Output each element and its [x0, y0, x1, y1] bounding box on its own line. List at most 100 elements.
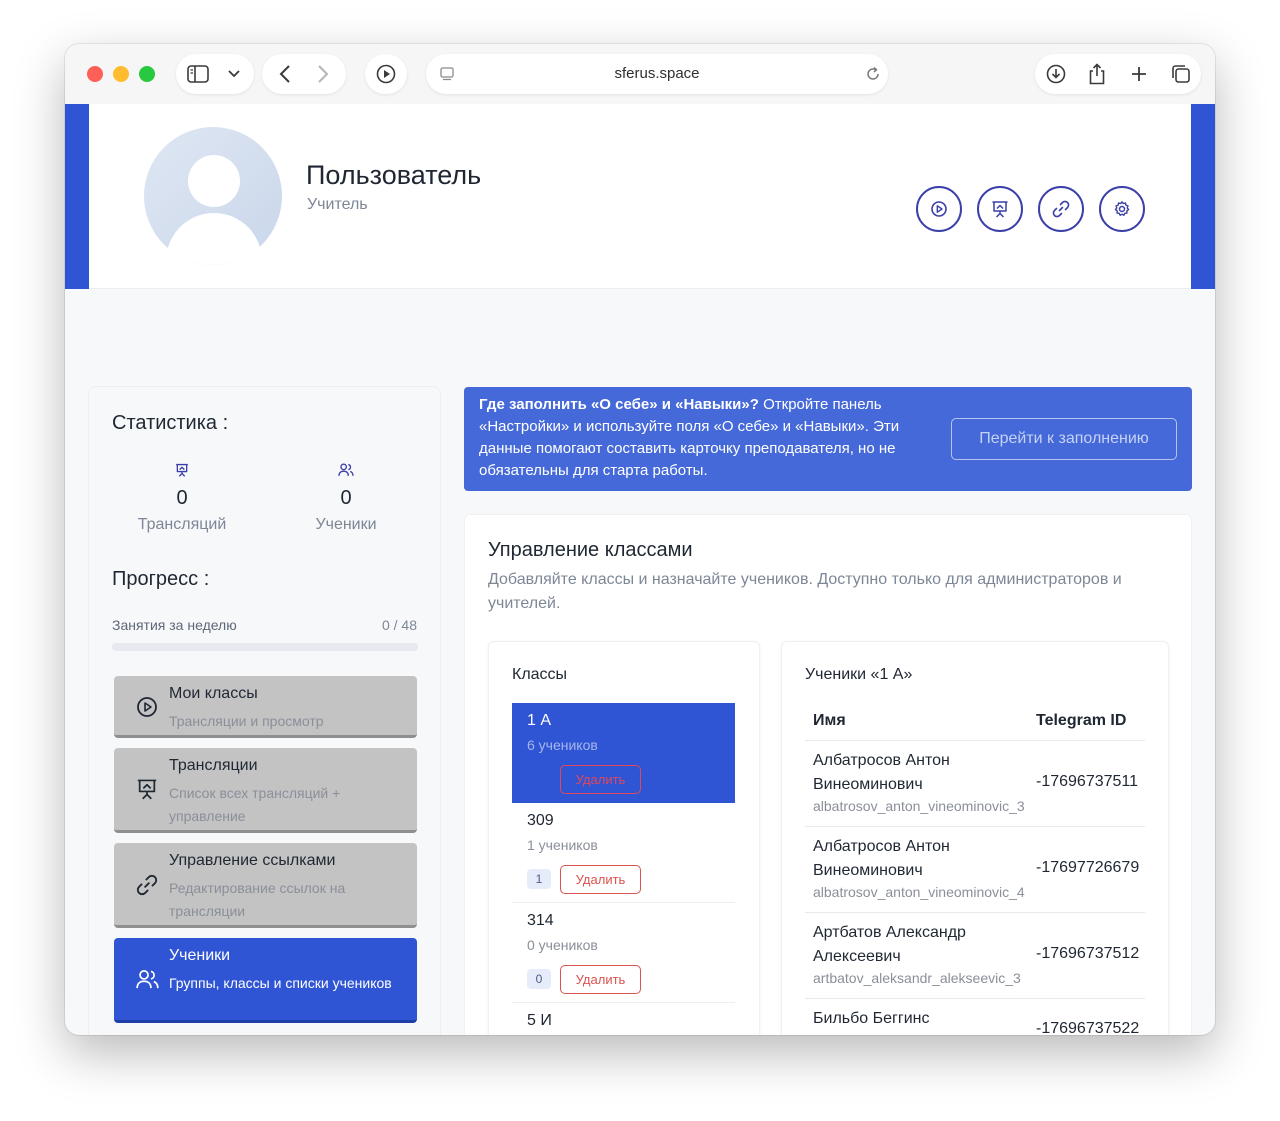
stat-students-label: Ученики	[315, 516, 377, 533]
sidebar-item-my-classes[interactable]: Мои классы Трансляции и просмотр	[114, 676, 417, 738]
table-row[interactable]: Албатросов Антон Винеоминович albatrosov…	[805, 827, 1145, 913]
stat-broadcasts: 0 Трансляций	[122, 463, 242, 534]
gear-icon	[1113, 200, 1131, 218]
link-icon	[136, 874, 158, 896]
classes-title: Классы	[512, 666, 568, 683]
sidebar-item-desc: Список всех трансляций + управление	[169, 785, 341, 824]
play-circle-icon	[136, 696, 158, 718]
class-item[interactable]: 5 И	[512, 1003, 735, 1035]
class-item[interactable]: 309 1 учеников 1 Удалить	[512, 803, 735, 903]
user-role: Учитель	[307, 196, 368, 213]
address-bar[interactable]: sferus.space	[426, 54, 888, 94]
my-classes-button[interactable]	[916, 186, 962, 232]
student-name: Артбатов Александр Алексеевич	[813, 924, 966, 965]
users-icon	[136, 969, 159, 990]
class-count: 0 учеников	[527, 937, 598, 953]
sidebar-item-title: Трансляции	[169, 757, 258, 774]
student-username: albatrosov_anton_vineominovic_4	[813, 884, 1025, 900]
media-play-button[interactable]	[365, 54, 407, 94]
presentation-icon	[122, 463, 242, 481]
back-arrow-icon[interactable]	[274, 54, 296, 94]
progress-title: Прогресс :	[112, 568, 210, 590]
manage-title: Управление классами	[488, 539, 693, 561]
sidebar-card: Статистика : 0 Трансляций 0 Ученики Прог…	[88, 386, 441, 1035]
class-count: 6 учеников	[527, 737, 598, 753]
column-header-telegram: Telegram ID	[1036, 712, 1127, 729]
sidebar-toggle-group	[176, 54, 254, 94]
presentation-icon	[991, 200, 1009, 218]
table-row[interactable]: Албатросов Антон Винеоминович albatrosov…	[805, 741, 1145, 827]
banner-text: Где заполнить «О себе» и «Навыки»? Откро…	[479, 394, 919, 482]
sidebar-item-title: Мои классы	[169, 685, 258, 702]
stat-students-value: 0	[340, 487, 352, 509]
avatar	[144, 127, 282, 265]
student-username: albatrosov_anton_vineominovic_3	[813, 798, 1025, 814]
header-accent-right	[1191, 104, 1215, 289]
presentation-icon	[136, 778, 158, 800]
student-name: Бильбо Беггинс	[813, 1010, 930, 1027]
delete-class-button[interactable]: Удалить	[560, 965, 641, 994]
stats-title: Статистика :	[112, 412, 229, 434]
play-circle-icon	[375, 54, 397, 94]
close-window-button[interactable]	[87, 66, 103, 82]
student-username: artbatov_aleksandr_alekseevic_3	[813, 970, 1021, 986]
reload-icon[interactable]	[862, 54, 884, 94]
chevron-down-icon[interactable]	[224, 54, 244, 94]
minimize-window-button[interactable]	[113, 66, 129, 82]
class-name: 309	[527, 812, 554, 829]
student-telegram-id: -17696737522	[1036, 1020, 1140, 1035]
sidebar-item-broadcasts[interactable]: Трансляции Список всех трансляций + упра…	[114, 748, 417, 833]
student-telegram-id: -17696737511	[1036, 773, 1139, 790]
column-header-name: Имя	[813, 712, 846, 729]
manage-desc: Добавляйте классы и назначайте учеников.…	[488, 571, 1122, 612]
delete-class-button[interactable]: Удалить	[560, 865, 641, 894]
manage-classes-card: Управление классами Добавляйте классы и …	[464, 514, 1192, 1035]
toolbar-actions-group	[1035, 54, 1201, 94]
stat-broadcasts-value: 0	[176, 487, 188, 509]
tabs-overview-icon[interactable]	[1169, 54, 1193, 94]
share-icon[interactable]	[1085, 54, 1109, 94]
go-fill-button[interactable]: Перейти к заполнению	[951, 418, 1177, 460]
class-count: 1 учеников	[527, 837, 598, 853]
user-name: Пользователь	[306, 160, 482, 190]
students-table: Имя Telegram ID Албатросов Антон Винеоми…	[805, 703, 1145, 1035]
download-icon[interactable]	[1044, 54, 1068, 94]
sidebar-item-title: Ученики	[169, 947, 231, 964]
progress-label: Занятия за неделю	[112, 617, 237, 633]
students-panel: Ученики «1 А» Имя Telegram ID Албатросов…	[781, 641, 1169, 1035]
users-icon	[286, 463, 406, 481]
classes-panel: Классы 1 А 6 учеников Удалить 309 1 учен…	[488, 641, 760, 1035]
progress-value: 0 / 48	[381, 617, 417, 633]
zoom-window-button[interactable]	[139, 66, 155, 82]
table-row[interactable]: Артбатов Александр Алексеевич artbatov_a…	[805, 913, 1145, 999]
forward-arrow-icon[interactable]	[312, 54, 334, 94]
table-row[interactable]: Бильбо Беггинс -17696737522	[805, 999, 1145, 1035]
sidebar-item-desc: Трансляции и просмотр	[169, 713, 324, 729]
students-title: Ученики «1 А»	[805, 666, 913, 683]
sidebar-item-students[interactable]: Ученики Группы, классы и списки учеников	[114, 938, 417, 1023]
student-telegram-id: -17696737512	[1036, 945, 1140, 962]
sidebar-item-desc: Редактирование ссылок на трансляции	[169, 880, 346, 919]
student-telegram-id: -17697726679	[1036, 859, 1140, 876]
address-text: sferus.space	[614, 65, 700, 82]
class-item[interactable]: 314 0 учеников 0 Удалить	[512, 903, 735, 1003]
class-name: 1 А	[527, 712, 552, 729]
sidebar-item-links[interactable]: Управление ссылками Редактирование ссыло…	[114, 843, 417, 928]
stat-students: 0 Ученики	[286, 463, 406, 534]
sidebar-item-title: Управление ссылками	[169, 852, 336, 869]
links-button[interactable]	[1038, 186, 1084, 232]
play-circle-icon	[930, 200, 948, 218]
profile-header: Пользователь Учитель	[89, 104, 1191, 289]
sidebar-icon[interactable]	[186, 54, 210, 94]
broadcasts-button[interactable]	[977, 186, 1023, 232]
browser-window: sferus.space Пользователь Учитель Статис…	[65, 44, 1215, 1035]
new-tab-icon[interactable]	[1127, 54, 1151, 94]
delete-class-button[interactable]: Удалить	[560, 765, 641, 794]
stat-broadcasts-label: Трансляций	[137, 516, 227, 533]
class-item[interactable]: 1 А 6 учеников Удалить	[512, 703, 735, 803]
banner-bold: Где заполнить «О себе» и «Навыки»?	[479, 396, 759, 413]
sidebar-item-desc: Группы, классы и списки учеников	[169, 975, 392, 991]
link-icon	[1052, 200, 1070, 218]
settings-button[interactable]	[1099, 186, 1145, 232]
browser-toolbar: sferus.space	[65, 44, 1215, 104]
